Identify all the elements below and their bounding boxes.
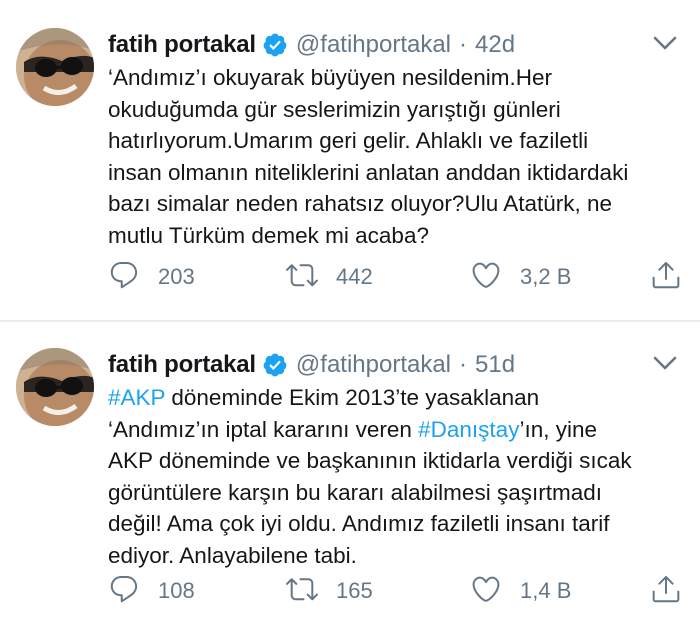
tweet-header: fatih portakal @fatihportakal · 42d: [108, 28, 515, 62]
author-display-name[interactable]: fatih portakal: [108, 31, 256, 59]
tweet-text-segment: ediyor. Anlayabilene tabi.: [108, 542, 357, 568]
tweet-text-segment: insan olmanın niteliklerini anlatan andd…: [108, 159, 629, 185]
like-count: 1,4 B: [520, 578, 572, 603]
retweet-button[interactable]: 165: [286, 574, 373, 608]
tweet-text-line: ‘Andımız’ı okuyarak büyüyen nesildenim.H…: [108, 62, 678, 94]
tweet[interactable]: fatih portakal @fatihportakal · 51d #AKP…: [0, 320, 700, 626]
tweet-text-segment: ‘Andımız’ı okuyarak büyüyen nesildenim.H…: [108, 65, 552, 90]
tweet-text-line: insan olmanın niteliklerini anlatan andd…: [108, 157, 678, 189]
retweet-count: 442: [336, 264, 373, 289]
retweet-icon: [286, 259, 318, 296]
tweet-text: ‘Andımız’ı okuyarak büyüyen nesildenim.H…: [108, 62, 678, 252]
tweet-text-line: bazı simalar neden rahatsız oluyor?Ulu A…: [108, 188, 678, 220]
tweet-text-segment: hatırlıyorum.Umarım geri gelir. Ahlaklı …: [108, 128, 589, 154]
avatar-photo-icon: [16, 28, 94, 106]
tweet-header: fatih portakal @fatihportakal · 51d: [108, 348, 515, 382]
separator-dot: ·: [459, 351, 468, 378]
retweet-button[interactable]: 442: [286, 260, 373, 294]
tweet-text-segment: mutlu Türküm demek mi acaba?: [108, 222, 429, 248]
tweet-text-line: değil! Ama çok iyi oldu. Andımız fazilet…: [108, 508, 678, 540]
author-handle[interactable]: @fatihportakal: [296, 31, 451, 59]
share-icon: [650, 573, 682, 610]
avatar[interactable]: [16, 28, 94, 106]
tweet-text-line: mutlu Türküm demek mi acaba?: [108, 220, 678, 252]
avatar-photo-icon: [16, 348, 94, 426]
verified-badge-icon: [262, 32, 288, 58]
tweet-age[interactable]: 51d: [475, 351, 515, 379]
tweet-text-segment: döneminde Ekim 2013’te yasaklanan: [165, 385, 540, 410]
verified-badge-icon: [262, 352, 288, 378]
avatar[interactable]: [16, 348, 94, 426]
tweet-actions: 108 165 1,4 B: [108, 574, 688, 608]
tweet-text-line: okuduğumda gür seslerimizin yarıştığı gü…: [108, 94, 678, 126]
reply-icon: [108, 259, 140, 296]
reply-button[interactable]: 108: [108, 574, 195, 608]
tweet-text-segment: okuduğumda gür seslerimizin yarıştığı gü…: [108, 96, 561, 122]
author-handle[interactable]: @fatihportakal: [296, 351, 451, 379]
tweet[interactable]: fatih portakal @fatihportakal · 42d ‘And…: [0, 0, 700, 320]
share-icon: [650, 259, 682, 296]
tweet-text-segment: AKP döneminde ve başkanının iktidarla ve…: [108, 448, 632, 474]
share-button[interactable]: [650, 574, 682, 608]
tweet-text-segment: ‘Andımız’ın iptal kararını veren: [108, 416, 419, 442]
tweet-text-line: AKP döneminde ve başkanının iktidarla ve…: [108, 445, 678, 477]
reply-count: 203: [158, 264, 195, 289]
tweet-text-line: görüntülere karşın bu kararı alabilmesi …: [108, 477, 678, 509]
reply-count: 108: [158, 578, 195, 603]
heart-icon: [470, 259, 502, 296]
retweet-count: 165: [336, 578, 373, 603]
retweet-icon: [286, 573, 318, 610]
hashtag-link[interactable]: #AKP: [108, 385, 165, 410]
tweet-actions: 203 442 3,2 B: [108, 260, 688, 294]
tweet-text-line: #AKP döneminde Ekim 2013’te yasaklanan: [108, 382, 678, 414]
heart-icon: [470, 573, 502, 610]
tweet-text-line: ediyor. Anlayabilene tabi.: [108, 540, 678, 572]
hashtag-link[interactable]: #Danıştay: [418, 417, 519, 442]
tweet-text-line: hatırlıyorum.Umarım geri gelir. Ahlaklı …: [108, 125, 678, 157]
chevron-down-icon[interactable]: [652, 354, 678, 372]
reply-icon: [108, 573, 140, 610]
tweet-age[interactable]: 42d: [475, 31, 515, 59]
tweet-text-segment: değil! Ama çok iyi oldu. Andımız fazilet…: [108, 511, 610, 537]
tweet-text-segment: bazı simalar neden rahatsız oluyor?Ulu A…: [108, 191, 613, 217]
like-button[interactable]: 3,2 B: [470, 260, 571, 294]
chevron-down-icon[interactable]: [652, 34, 678, 52]
share-button[interactable]: [650, 260, 682, 294]
reply-button[interactable]: 203: [108, 260, 195, 294]
tweet-text-segment: görüntülere karşın bu kararı alabilmesi …: [108, 479, 602, 505]
tweet-text: #AKP döneminde Ekim 2013’te yasaklanan ‘A…: [108, 382, 678, 572]
separator-dot: ·: [459, 31, 468, 58]
tweet-text-segment: ’ın, yine: [519, 416, 597, 442]
like-button[interactable]: 1,4 B: [470, 574, 571, 608]
author-display-name[interactable]: fatih portakal: [108, 351, 256, 379]
like-count: 3,2 B: [520, 264, 572, 289]
tweet-text-line: ‘Andımız’ın iptal kararını veren #Danışt…: [108, 414, 678, 446]
